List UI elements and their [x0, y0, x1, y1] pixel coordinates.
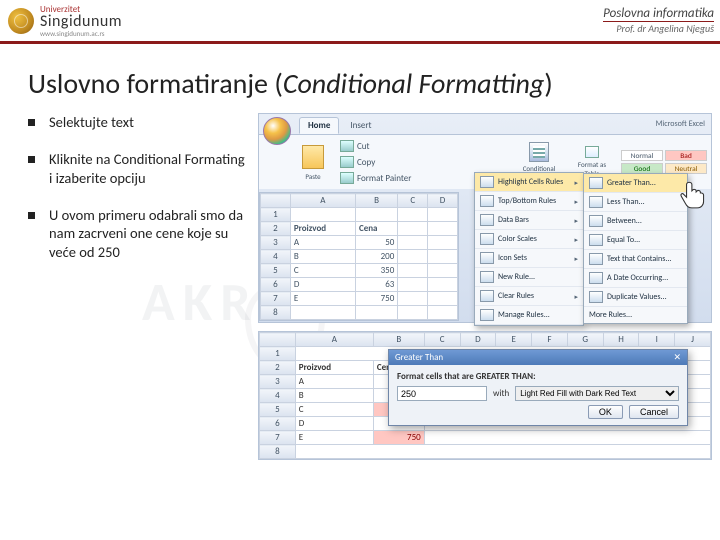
- tab-insert[interactable]: Insert: [341, 117, 380, 134]
- submenu-duplicate-values[interactable]: Duplicate Values...: [584, 288, 687, 307]
- bullet-item: U ovom primeru odabrali smo da nam zacrv…: [28, 206, 248, 263]
- app-title: Microsoft Excel: [650, 117, 711, 134]
- greater-than-dialog[interactable]: Greater Than ✕ Format cells that are GREA…: [388, 349, 688, 426]
- databars-icon: [480, 214, 494, 226]
- submenu-more-rules[interactable]: More Rules...: [584, 307, 687, 323]
- menu-top-bottom-rules[interactable]: Top/Bottom Rules▸: [475, 192, 583, 211]
- colorscales-icon: [480, 233, 494, 245]
- cut-button[interactable]: Cut: [337, 139, 414, 153]
- style-bad[interactable]: Bad: [665, 150, 707, 161]
- submenu-greater-than[interactable]: Greater Than...: [584, 174, 687, 193]
- bullet-item: Kliknite na Conditional Formating i izab…: [28, 150, 248, 188]
- iconsets-icon: [480, 252, 494, 264]
- close-icon[interactable]: ✕: [673, 352, 681, 363]
- date-icon: [589, 272, 603, 284]
- less-icon: [589, 196, 603, 208]
- copy-icon: [340, 156, 354, 168]
- ok-button[interactable]: OK: [588, 405, 623, 419]
- excel-screenshot-2: ABCDEFGHIJ 1 2ProizvodCena 3A50 4B200 5C…: [258, 331, 712, 461]
- submenu-text-contains[interactable]: Text that Contains...: [584, 250, 687, 269]
- equal-icon: [589, 234, 603, 246]
- table-icon: [585, 146, 599, 158]
- topbottom-icon: [480, 195, 494, 207]
- office-button-icon[interactable]: [263, 117, 291, 145]
- conditional-formatting-icon: [529, 142, 549, 162]
- brush-icon: [340, 172, 354, 184]
- course-name: Poslovna informatika: [603, 6, 714, 22]
- with-label: with: [493, 388, 509, 399]
- bullet-item: Selektujte text: [28, 113, 248, 132]
- logo-name: Singidunum: [40, 14, 122, 30]
- logo-url: www.singidunum.ac.rs: [40, 30, 122, 37]
- threshold-input[interactable]: [397, 386, 487, 401]
- menu-manage-rules[interactable]: Manage Rules...: [475, 306, 583, 325]
- fill-select[interactable]: Light Red Fill with Dark Red Text: [515, 386, 679, 401]
- clearrules-icon: [480, 290, 494, 302]
- menu-new-rule[interactable]: New Rule...: [475, 268, 583, 287]
- dialog-title: Greater Than: [395, 352, 443, 363]
- between-icon: [589, 215, 603, 227]
- excel-ribbon-screenshot-1: Home Insert Microsoft Excel Paste Cut Co…: [258, 113, 712, 323]
- copy-button[interactable]: Copy: [337, 155, 414, 169]
- duplicate-icon: [589, 291, 603, 303]
- cell-styles-gallery[interactable]: Normal Bad Good Neutral: [621, 150, 707, 174]
- tab-home[interactable]: Home: [299, 117, 339, 134]
- dialog-prompt: Format cells that are GREATER THAN:: [397, 371, 679, 382]
- slide-header: Univerzitet Singidunum www.singidunum.ac…: [0, 0, 720, 44]
- logo: Univerzitet Singidunum www.singidunum.ac…: [8, 5, 122, 37]
- clipboard-group: Paste: [299, 144, 327, 181]
- menu-data-bars[interactable]: Data Bars▸: [475, 211, 583, 230]
- highlight-cells-submenu[interactable]: Greater Than... Less Than... Between... …: [583, 173, 688, 324]
- menu-icon-sets[interactable]: Icon Sets▸: [475, 249, 583, 268]
- bullet-list: Selektujte text Kliknite na Conditional …: [28, 113, 248, 461]
- highlight-rules-icon: [480, 176, 494, 188]
- spreadsheet-1: ABCD 1 2ProizvodCena 3A50 4B200 5C350 6D…: [259, 192, 459, 321]
- submenu-between[interactable]: Between...: [584, 212, 687, 231]
- professor-name: Prof. dr Angelina Njeguš: [603, 21, 714, 35]
- conditional-formatting-menu[interactable]: Highlight Cells Rules▸ Top/Bottom Rules▸…: [474, 172, 584, 326]
- menu-color-scales[interactable]: Color Scales▸: [475, 230, 583, 249]
- menu-clear-rules[interactable]: Clear Rules▸: [475, 287, 583, 306]
- managerules-icon: [480, 309, 494, 321]
- newrule-icon: [480, 271, 494, 283]
- logo-icon: [8, 8, 34, 34]
- format-painter-button[interactable]: Format Painter: [337, 171, 414, 185]
- submenu-equal-to[interactable]: Equal To...: [584, 231, 687, 250]
- menu-highlight-cells-rules[interactable]: Highlight Cells Rules▸: [475, 173, 583, 192]
- cancel-button[interactable]: Cancel: [629, 405, 679, 419]
- textcontains-icon: [589, 253, 603, 265]
- style-normal[interactable]: Normal: [621, 150, 663, 161]
- submenu-date-occurring[interactable]: A Date Occurring...: [584, 269, 687, 288]
- slide-title: Uslovno formatiranje (Conditional Format…: [0, 44, 720, 113]
- paste-icon[interactable]: [302, 145, 324, 169]
- submenu-less-than[interactable]: Less Than...: [584, 193, 687, 212]
- greater-icon: [589, 177, 603, 189]
- scissors-icon: [340, 140, 354, 152]
